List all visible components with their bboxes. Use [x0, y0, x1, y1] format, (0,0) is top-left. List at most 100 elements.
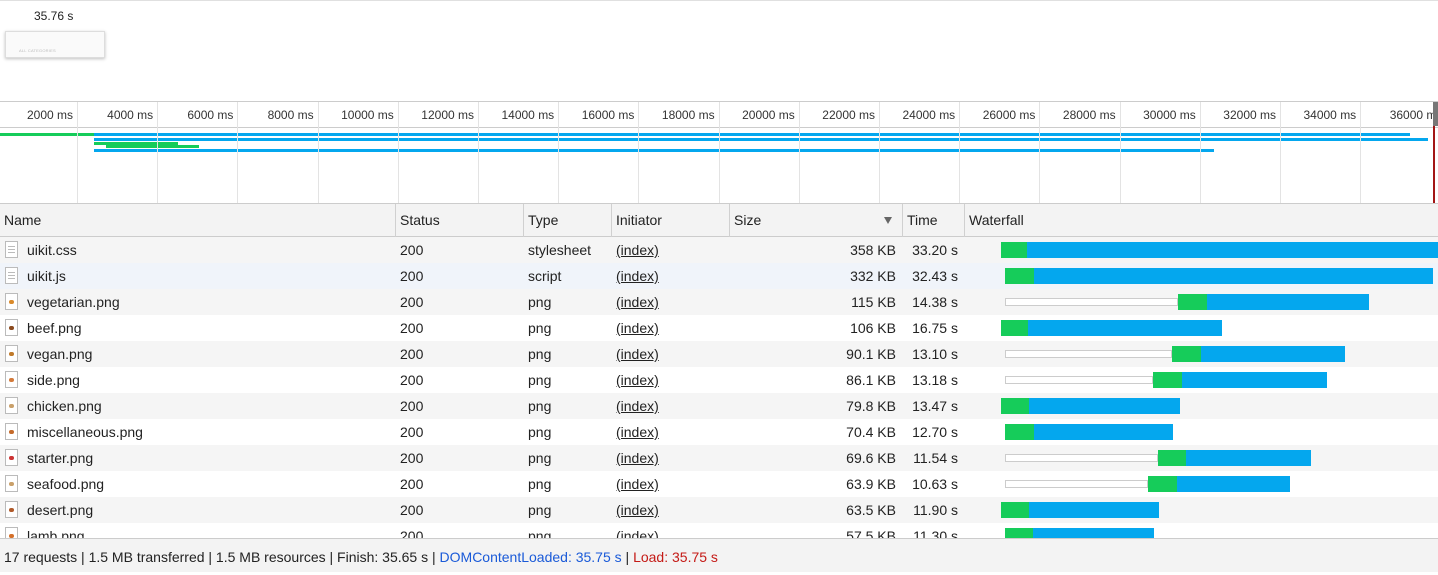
initiator-link[interactable]: (index): [616, 419, 726, 445]
ruler-tick-label: 34000 ms: [1303, 108, 1357, 122]
ruler-tick-label: 8000 ms: [267, 108, 314, 122]
timeline-overview[interactable]: 2000 ms 4000 ms 6000 ms 8000 ms 10000 ms 1200…: [0, 101, 1438, 204]
time-cell: 10.63 s: [912, 476, 958, 492]
time-cell: 11.30 s: [913, 528, 958, 538]
waterfall-download-bar: [1033, 528, 1154, 538]
image-icon: [5, 449, 18, 466]
status-cell: 200: [400, 476, 424, 492]
time-cell: 12.70 s: [912, 424, 958, 440]
table-row[interactable]: miscellaneous.png 200 png (index) 70.4 KB 12.…: [0, 419, 1438, 445]
ruler-grid-line: [1120, 102, 1121, 203]
column-header-initiator[interactable]: Initiator: [612, 204, 730, 237]
waterfall-download-bar: [1177, 476, 1290, 492]
type-cell: png: [528, 372, 552, 388]
file-name: chicken.png: [27, 398, 102, 414]
ruler-tick-label: 20000 ms: [742, 108, 795, 122]
initiator-link[interactable]: (index): [616, 471, 726, 497]
ruler-tick-label: 28000 ms: [1062, 108, 1116, 122]
initiator-link[interactable]: (index): [616, 263, 726, 289]
table-row[interactable]: seafood.png 200 png (index) 63.9 KB 10.63 s: [0, 471, 1438, 497]
time-cell: 32.43 s: [912, 268, 958, 284]
size-cell: 115 KB: [851, 294, 896, 310]
ruler-tick-label: 32000 ms: [1223, 108, 1276, 122]
column-header-status[interactable]: Status: [396, 204, 524, 237]
table-row[interactable]: vegan.png 200 png (index) 90.1 KB 13.10 s: [0, 341, 1438, 367]
network-table: Name Status Type Initiator Size Time Wat…: [0, 204, 1438, 538]
ruler-tick-label: 4000 ms: [107, 108, 154, 122]
overview-request-bar: [94, 133, 1410, 136]
size-cell: 70.4 KB: [846, 424, 896, 440]
image-icon: [5, 501, 18, 518]
table-row[interactable]: lamb.png 200 png (index) 57.5 KB 11.30 s: [0, 523, 1438, 538]
waterfall-queue-bar: [1005, 298, 1178, 306]
column-header-name[interactable]: Name: [0, 204, 396, 237]
screenshot-thumbnail[interactable]: ALL CATEGORIES: [5, 31, 105, 58]
size-cell: 106 KB: [850, 320, 896, 336]
file-name: uikit.css: [27, 242, 77, 258]
column-header-waterfall[interactable]: Waterfall: [965, 204, 1438, 237]
network-status-bar: 17 requests | 1.5 MB transferred | 1.5 M…: [0, 538, 1438, 572]
ruler-grid-line: [318, 102, 319, 203]
ruler-grid-line: [1360, 102, 1361, 203]
ruler-tick-label: 2000 ms: [26, 108, 73, 122]
waterfall-queue-bar: [1005, 376, 1153, 384]
file-name: beef.png: [27, 320, 82, 336]
waterfall-waiting-bar: [1005, 528, 1033, 538]
ruler-grid-line: [237, 102, 238, 203]
sort-descending-icon: [884, 217, 892, 224]
table-header: Name Status Type Initiator Size Time Wat…: [0, 204, 1438, 237]
overview-request-bar: [106, 145, 199, 148]
initiator-link[interactable]: (index): [616, 315, 726, 341]
column-header-time[interactable]: Time: [903, 204, 965, 237]
waterfall-queue-bar: [1005, 454, 1158, 462]
size-cell: 332 KB: [850, 268, 896, 284]
table-row[interactable]: chicken.png 200 png (index) 79.8 KB 13.47 s: [0, 393, 1438, 419]
summary-text: 17 requests | 1.5 MB transferred | 1.5 M…: [4, 549, 440, 565]
initiator-link[interactable]: (index): [616, 341, 726, 367]
file-name: uikit.js: [27, 268, 66, 284]
time-cell: 16.75 s: [912, 320, 958, 336]
status-cell: 200: [400, 502, 424, 518]
time-cell: 11.90 s: [913, 502, 958, 518]
time-cell: 13.18 s: [912, 372, 958, 388]
table-row[interactable]: vegetarian.png 200 png (index) 115 KB 14.38 s: [0, 289, 1438, 315]
initiator-link[interactable]: (index): [616, 289, 726, 315]
type-cell: png: [528, 346, 552, 362]
type-cell: png: [528, 450, 552, 466]
status-cell: 200: [400, 294, 424, 310]
type-cell: png: [528, 398, 552, 414]
table-row[interactable]: starter.png 200 png (index) 69.6 KB 11.54 s: [0, 445, 1438, 471]
waterfall-download-bar: [1186, 450, 1311, 466]
waterfall-waiting-bar: [1005, 424, 1034, 440]
initiator-link[interactable]: (index): [616, 367, 726, 393]
status-cell: 200: [400, 268, 424, 284]
initiator-link[interactable]: (index): [616, 523, 726, 538]
table-row[interactable]: uikit.js 200 script (index) 332 KB 32.43 s: [0, 263, 1438, 289]
waterfall-download-bar: [1207, 294, 1369, 310]
type-cell: png: [528, 528, 552, 538]
initiator-link[interactable]: (index): [616, 237, 726, 263]
waterfall-download-bar: [1182, 372, 1327, 388]
overview-scroll-handle[interactable]: [1433, 102, 1438, 126]
document-icon: [5, 241, 18, 258]
time-cell: 13.47 s: [912, 398, 958, 414]
waterfall-download-bar: [1029, 398, 1180, 414]
waterfall-waiting-bar: [1153, 372, 1182, 388]
file-name: desert.png: [27, 502, 94, 518]
initiator-link[interactable]: (index): [616, 497, 726, 523]
file-name: side.png: [27, 372, 80, 388]
size-cell: 79.8 KB: [846, 398, 896, 414]
column-header-type[interactable]: Type: [524, 204, 612, 237]
table-row[interactable]: uikit.css 200 stylesheet (index) 358 KB 33.20…: [0, 237, 1438, 263]
initiator-link[interactable]: (index): [616, 445, 726, 471]
waterfall-waiting-bar: [1001, 398, 1029, 414]
table-row[interactable]: side.png 200 png (index) 86.1 KB 13.18 s: [0, 367, 1438, 393]
waterfall-waiting-bar: [1001, 502, 1029, 518]
file-name: seafood.png: [27, 476, 105, 492]
table-row[interactable]: desert.png 200 png (index) 63.5 KB 11.90 s: [0, 497, 1438, 523]
size-cell: 358 KB: [850, 242, 896, 258]
ruler-tick-label: 30000 ms: [1143, 108, 1196, 122]
column-header-size[interactable]: Size: [730, 204, 903, 237]
initiator-link[interactable]: (index): [616, 393, 726, 419]
table-row[interactable]: beef.png 200 png (index) 106 KB 16.75 s: [0, 315, 1438, 341]
